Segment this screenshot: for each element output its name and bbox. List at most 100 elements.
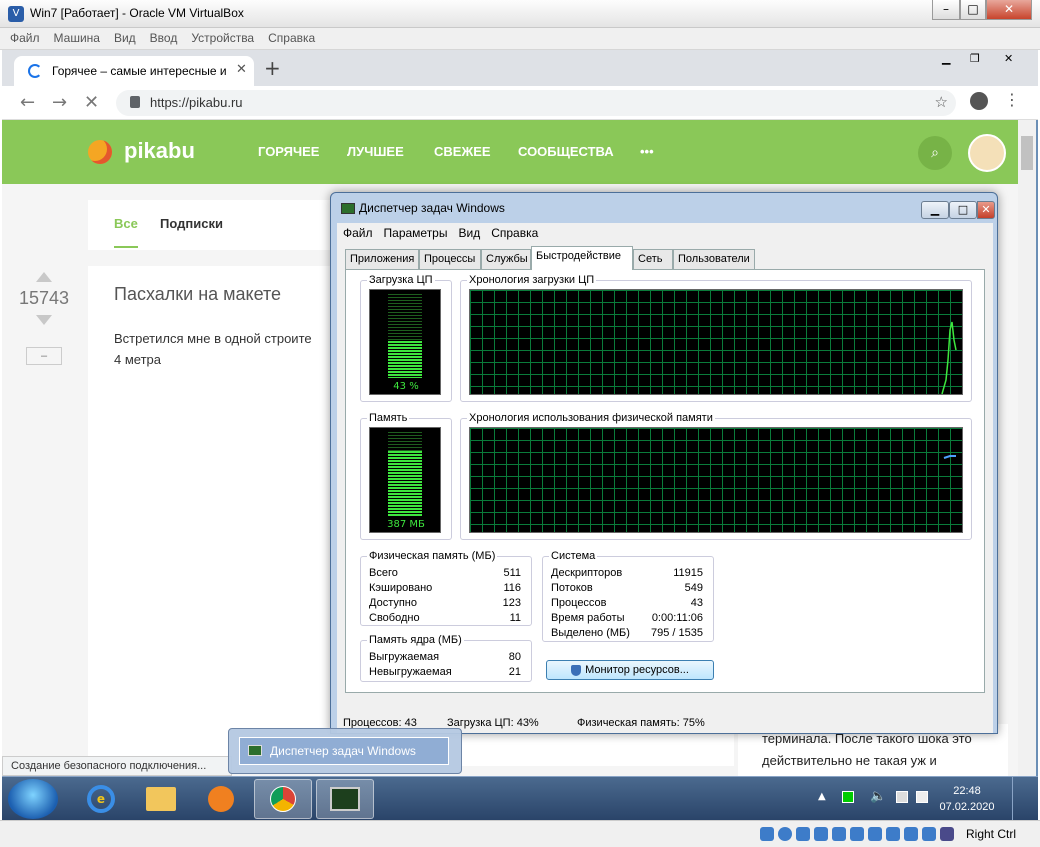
memory-meter-fill <box>388 451 422 516</box>
tab-network[interactable]: Сеть <box>633 249 673 269</box>
filter-subscriptions[interactable]: Подписки <box>160 216 223 231</box>
tab-performance[interactable]: Быстродействие <box>531 246 633 270</box>
performance-page: Загрузка ЦП 43 % Хронология загрузки ЦП <box>345 269 985 693</box>
taskbar-explorer[interactable] <box>132 779 190 819</box>
phys-row: Доступно 123 <box>361 597 531 612</box>
audio-icon[interactable] <box>796 827 810 841</box>
tm-menu-help[interactable]: Справка <box>485 223 543 240</box>
page-scrollbar[interactable] <box>1018 120 1036 776</box>
chrome-close-icon[interactable]: ✕ <box>1004 52 1013 65</box>
scrollbar-thumb[interactable] <box>1021 136 1033 170</box>
memory-history-group: Хронология использования физической памя… <box>460 412 972 540</box>
search-icon[interactable]: ⌕ <box>918 136 952 170</box>
taskbar-ie[interactable]: e <box>72 779 130 819</box>
volume-icon[interactable]: 🔈 <box>870 789 886 804</box>
address-bar[interactable]: https://pikabu.ru ☆ <box>116 90 956 116</box>
resource-monitor-button[interactable]: Монитор ресурсов... <box>546 660 714 680</box>
avatar[interactable] <box>968 134 1006 172</box>
row-key: Время работы <box>551 612 625 624</box>
network-tray-icon[interactable] <box>842 791 854 803</box>
upvote-icon[interactable] <box>36 272 52 282</box>
stop-icon[interactable]: ✕ <box>84 92 99 113</box>
task-manager-icon <box>330 787 360 811</box>
tm-minimize-button[interactable]: ▁ <box>921 201 949 219</box>
taskbar-preview[interactable]: Диспетчер задач Windows <box>228 728 462 774</box>
menu-help[interactable]: Справка <box>258 28 319 45</box>
status-cpu: Загрузка ЦП: 43% <box>447 717 539 729</box>
nav-more[interactable]: ••• <box>640 144 654 159</box>
guest-screen[interactable]: Горячее – самые интересные и ✕ + ▁ ❐ ✕ ←… <box>2 50 1038 840</box>
chrome-window-controls: ▁ ❐ ✕ <box>938 52 1034 68</box>
filter-all[interactable]: Все <box>114 216 138 231</box>
tm-maximize-button[interactable]: □ <box>949 201 977 219</box>
tab-users[interactable]: Пользователи <box>673 249 755 269</box>
display-icon[interactable] <box>868 827 882 841</box>
row-value: 80 <box>508 651 521 663</box>
mouse-integration-icon[interactable] <box>922 827 936 841</box>
close-button[interactable]: ✕ <box>986 0 1032 20</box>
menu-input[interactable]: Ввод <box>140 28 182 45</box>
row-value: 11 <box>509 612 521 624</box>
taskbar-chrome[interactable] <box>254 779 312 819</box>
new-tab-button[interactable]: + <box>264 56 281 80</box>
maximize-button[interactable]: □ <box>960 0 986 20</box>
chrome-tab[interactable]: Горячее – самые интересные и ✕ <box>14 56 254 86</box>
optical-drive-icon[interactable] <box>778 827 792 841</box>
row-key: Выгружаемая <box>369 651 440 663</box>
downvote-icon[interactable] <box>36 315 52 325</box>
menu-dots-icon[interactable]: ⋮ <box>1004 90 1020 109</box>
vt-x-icon[interactable] <box>904 827 918 841</box>
collapse-button[interactable]: – <box>26 347 62 365</box>
nav-hot[interactable]: ГОРЯЧЕЕ <box>258 144 319 159</box>
forward-icon[interactable]: → <box>52 92 67 113</box>
menu-file[interactable]: Файл <box>0 28 44 45</box>
usb-icon[interactable] <box>832 827 846 841</box>
resource-monitor-label: Монитор ресурсов... <box>585 664 689 676</box>
physical-memory-group: Физическая память (МБ) Всего 511 Кэширова… <box>360 550 532 626</box>
tab-applications[interactable]: Приложения <box>345 249 419 269</box>
tray-expand-icon[interactable]: ▲ <box>818 791 826 802</box>
tab-services[interactable]: Службы <box>481 249 531 269</box>
profile-icon[interactable] <box>970 92 988 110</box>
pikabu-logo[interactable]: pikabu <box>124 138 195 164</box>
show-desktop-button[interactable] <box>1012 777 1038 821</box>
tab-close-icon[interactable]: ✕ <box>236 62 247 77</box>
task-manager-window[interactable]: Диспетчер задач Windows ▁ □ ✕ Файл Параме… <box>330 192 998 734</box>
tm-menubar: Файл Параметры Вид Справка <box>337 223 993 243</box>
menu-machine[interactable]: Машина <box>44 28 104 45</box>
nav-new[interactable]: СВЕЖЕЕ <box>434 144 491 159</box>
row-key: Всего <box>369 567 398 579</box>
start-button[interactable] <box>8 779 58 819</box>
story-title[interactable]: Пасхалки на макете <box>114 284 281 305</box>
nav-communities[interactable]: СООБЩЕСТВА <box>518 144 614 159</box>
back-icon[interactable]: ← <box>20 92 35 113</box>
row-value: 549 <box>684 582 703 594</box>
tm-menu-view[interactable]: Вид <box>452 223 485 240</box>
action-center-icon[interactable] <box>896 791 908 803</box>
menu-view[interactable]: Вид <box>104 28 140 45</box>
star-icon[interactable]: ☆ <box>935 93 948 111</box>
recording-icon[interactable] <box>886 827 900 841</box>
kernel-row: Невыгружаемая 21 <box>361 666 531 681</box>
cpu-usage-value: 43 % <box>393 381 419 392</box>
menu-devices[interactable]: Устройства <box>181 28 258 45</box>
taskbar-media-player[interactable] <box>192 779 250 819</box>
hdd-icon[interactable] <box>760 827 774 841</box>
shared-folders-icon[interactable] <box>850 827 864 841</box>
nav-best[interactable]: ЛУЧШЕЕ <box>347 144 404 159</box>
taskbar-preview-item[interactable]: Диспетчер задач Windows <box>239 737 449 765</box>
tm-close-button[interactable]: ✕ <box>977 201 995 219</box>
chrome-minimize-icon[interactable]: ▁ <box>942 52 950 65</box>
taskbar-task-manager[interactable] <box>316 779 374 819</box>
tm-menu-options[interactable]: Параметры <box>378 223 453 240</box>
display-tray-icon[interactable] <box>916 791 928 803</box>
minimize-button[interactable]: – <box>932 0 960 20</box>
row-key: Доступно <box>369 597 418 609</box>
cpu-history-group: Хронология загрузки ЦП <box>460 274 972 402</box>
chrome-restore-icon[interactable]: ❐ <box>970 52 980 65</box>
network-icon[interactable] <box>814 827 828 841</box>
taskbar-clock[interactable]: 22:48 07.02.2020 <box>932 783 1002 815</box>
tab-processes[interactable]: Процессы <box>419 249 481 269</box>
row-key: Выделено (МБ) <box>551 627 630 639</box>
tm-menu-file[interactable]: Файл <box>337 223 378 240</box>
